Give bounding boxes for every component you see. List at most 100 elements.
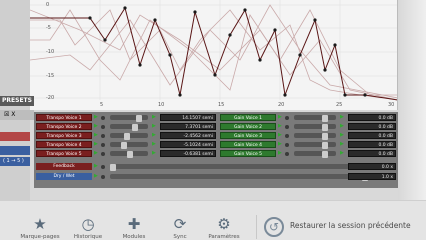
record-dot-icon[interactable] bbox=[101, 165, 105, 169]
play-icon[interactable]: ▶ bbox=[152, 132, 157, 139]
bookmarks-label: Marque-pages bbox=[20, 234, 60, 240]
preset-slot[interactable] bbox=[0, 132, 30, 141]
slider-knob[interactable] bbox=[322, 142, 328, 149]
settings-button[interactable]: ⚙ Paramètres bbox=[202, 201, 246, 240]
y-tick: -20 bbox=[46, 95, 55, 101]
presets-header: PRESETS bbox=[0, 96, 34, 106]
gain-value[interactable]: 0.0 dB bbox=[348, 141, 396, 148]
slider-knob[interactable] bbox=[322, 115, 328, 122]
y-tick: -5 bbox=[46, 25, 51, 31]
gain-slider[interactable] bbox=[294, 151, 336, 158]
slider-knob[interactable] bbox=[121, 142, 127, 149]
drywet-slider[interactable] bbox=[110, 174, 368, 181]
gain-slider[interactable] bbox=[294, 133, 336, 140]
play-icon[interactable]: ▶ bbox=[94, 173, 99, 180]
history-button[interactable]: ◷ Historique bbox=[66, 201, 110, 240]
transpo-slider[interactable] bbox=[110, 151, 148, 158]
play-icon[interactable]: ▶ bbox=[278, 132, 283, 139]
play-icon[interactable]: ▶ bbox=[94, 163, 99, 170]
record-dot-icon[interactable] bbox=[101, 116, 105, 120]
bottom-toolbar: ★ Marque-pages ◷ Historique ✚ Modules ⟳ … bbox=[0, 200, 426, 240]
voice-row: Transpo Voice 2 ▶ ▶ 7.3701 semi Gain Voi… bbox=[34, 123, 398, 131]
record-dot-icon[interactable] bbox=[285, 152, 289, 156]
play-icon[interactable]: ▶ bbox=[340, 141, 345, 148]
gain-slider[interactable] bbox=[294, 115, 336, 122]
slider-knob[interactable] bbox=[136, 115, 142, 122]
preset-slot[interactable] bbox=[0, 146, 30, 155]
play-icon[interactable]: ▶ bbox=[340, 114, 345, 121]
record-dot-icon[interactable] bbox=[285, 116, 289, 120]
star-icon: ★ bbox=[33, 215, 47, 233]
transpo-slider[interactable] bbox=[110, 142, 148, 149]
drywet-value[interactable]: 1.0 x bbox=[348, 173, 396, 180]
modules-button[interactable]: ✚ Modules bbox=[112, 201, 156, 240]
drywet-row: Dry / Wet ▶ 1.0 x bbox=[34, 173, 398, 181]
record-dot-icon[interactable] bbox=[285, 125, 289, 129]
voice-row: Transpo Voice 4 ▶ ▶ -5.1024 semi Gain Vo… bbox=[34, 141, 398, 149]
transpo-value[interactable]: -2.4562 semi bbox=[160, 132, 216, 139]
sync-button[interactable]: ⟳ Sync bbox=[158, 201, 202, 240]
slider-knob[interactable] bbox=[322, 133, 328, 140]
gain-slider[interactable] bbox=[294, 124, 336, 131]
play-icon[interactable]: ▶ bbox=[340, 132, 345, 139]
transpo-label: Transpo Voice 3 bbox=[36, 132, 92, 139]
play-icon[interactable]: ▶ bbox=[340, 123, 345, 130]
play-icon[interactable]: ▶ bbox=[152, 150, 157, 157]
bookmarks-button[interactable]: ★ Marque-pages bbox=[18, 201, 62, 240]
play-icon[interactable]: ▶ bbox=[278, 114, 283, 121]
feedback-value[interactable]: 0.0 x bbox=[348, 163, 396, 170]
voice-row: Transpo Voice 5 ▶ ▶ -0.6381 semi Gain Vo… bbox=[34, 150, 398, 158]
record-dot-icon[interactable] bbox=[101, 175, 105, 179]
play-icon[interactable]: ▶ bbox=[278, 123, 283, 130]
record-dot-icon[interactable] bbox=[101, 152, 105, 156]
play-icon[interactable]: ▶ bbox=[152, 123, 157, 130]
record-dot-icon[interactable] bbox=[285, 143, 289, 147]
play-icon[interactable]: ▶ bbox=[278, 150, 283, 157]
feedback-label: Feedback bbox=[36, 163, 92, 170]
x-tick: 15 bbox=[218, 102, 225, 108]
transpo-value[interactable]: 14.1507 semi bbox=[160, 114, 216, 121]
transpo-value[interactable]: -5.1024 semi bbox=[160, 141, 216, 148]
slider-knob[interactable] bbox=[127, 151, 133, 158]
transpo-value[interactable]: -0.6381 semi bbox=[160, 150, 216, 157]
transpo-slider[interactable] bbox=[110, 133, 148, 140]
transpo-slider[interactable] bbox=[110, 124, 148, 131]
gain-value[interactable]: 0.0 dB bbox=[348, 150, 396, 157]
play-icon[interactable]: ▶ bbox=[94, 114, 99, 121]
play-icon[interactable]: ▶ bbox=[152, 141, 157, 148]
slider-knob[interactable] bbox=[110, 164, 116, 171]
slider-knob[interactable] bbox=[322, 151, 328, 158]
record-dot-icon[interactable] bbox=[101, 143, 105, 147]
preset-range[interactable]: ( 1 → 5 ) bbox=[0, 157, 30, 166]
record-dot-icon[interactable] bbox=[101, 134, 105, 138]
slider-knob[interactable] bbox=[124, 133, 130, 140]
gain-value[interactable]: 0.0 dB bbox=[348, 114, 396, 121]
play-icon[interactable]: ▶ bbox=[152, 114, 157, 121]
transpo-value[interactable]: 7.3701 semi bbox=[160, 123, 216, 130]
play-icon[interactable]: ▶ bbox=[94, 132, 99, 139]
play-icon[interactable]: ▶ bbox=[340, 150, 345, 157]
sync-label: Sync bbox=[173, 234, 187, 240]
transpo-label: Transpo Voice 5 bbox=[36, 150, 92, 157]
feedback-slider[interactable] bbox=[110, 164, 368, 171]
record-dot-icon[interactable] bbox=[101, 125, 105, 129]
slider-knob[interactable] bbox=[322, 124, 328, 131]
preset-tools[interactable]: ☒ X bbox=[0, 110, 34, 120]
gear-icon: ⚙ bbox=[217, 215, 231, 233]
play-icon[interactable]: ▶ bbox=[278, 141, 283, 148]
restore-session-button[interactable]: ↺ Restaurer la session précédente bbox=[262, 215, 426, 239]
y-tick: -15 bbox=[46, 73, 55, 79]
automation-graph[interactable]: 0 -5 -10 -15 -20 5 10 15 20 25 30 bbox=[30, 0, 398, 110]
slider-knob[interactable] bbox=[132, 124, 138, 131]
voice-row: Transpo Voice 1 ▶ ▶ 14.1507 semi Gain Vo… bbox=[34, 114, 398, 122]
play-icon[interactable]: ▶ bbox=[94, 141, 99, 148]
record-dot-icon[interactable] bbox=[285, 134, 289, 138]
x-tick: 5 bbox=[100, 102, 104, 108]
gain-value[interactable]: 0.0 dB bbox=[348, 123, 396, 130]
play-icon[interactable]: ▶ bbox=[94, 150, 99, 157]
gain-value[interactable]: 0.0 dB bbox=[348, 132, 396, 139]
gain-slider[interactable] bbox=[294, 142, 336, 149]
play-icon[interactable]: ▶ bbox=[94, 123, 99, 130]
controls-panel: Transpo Voice 1 ▶ ▶ 14.1507 semi Gain Vo… bbox=[34, 112, 398, 188]
transpo-slider[interactable] bbox=[110, 115, 148, 122]
